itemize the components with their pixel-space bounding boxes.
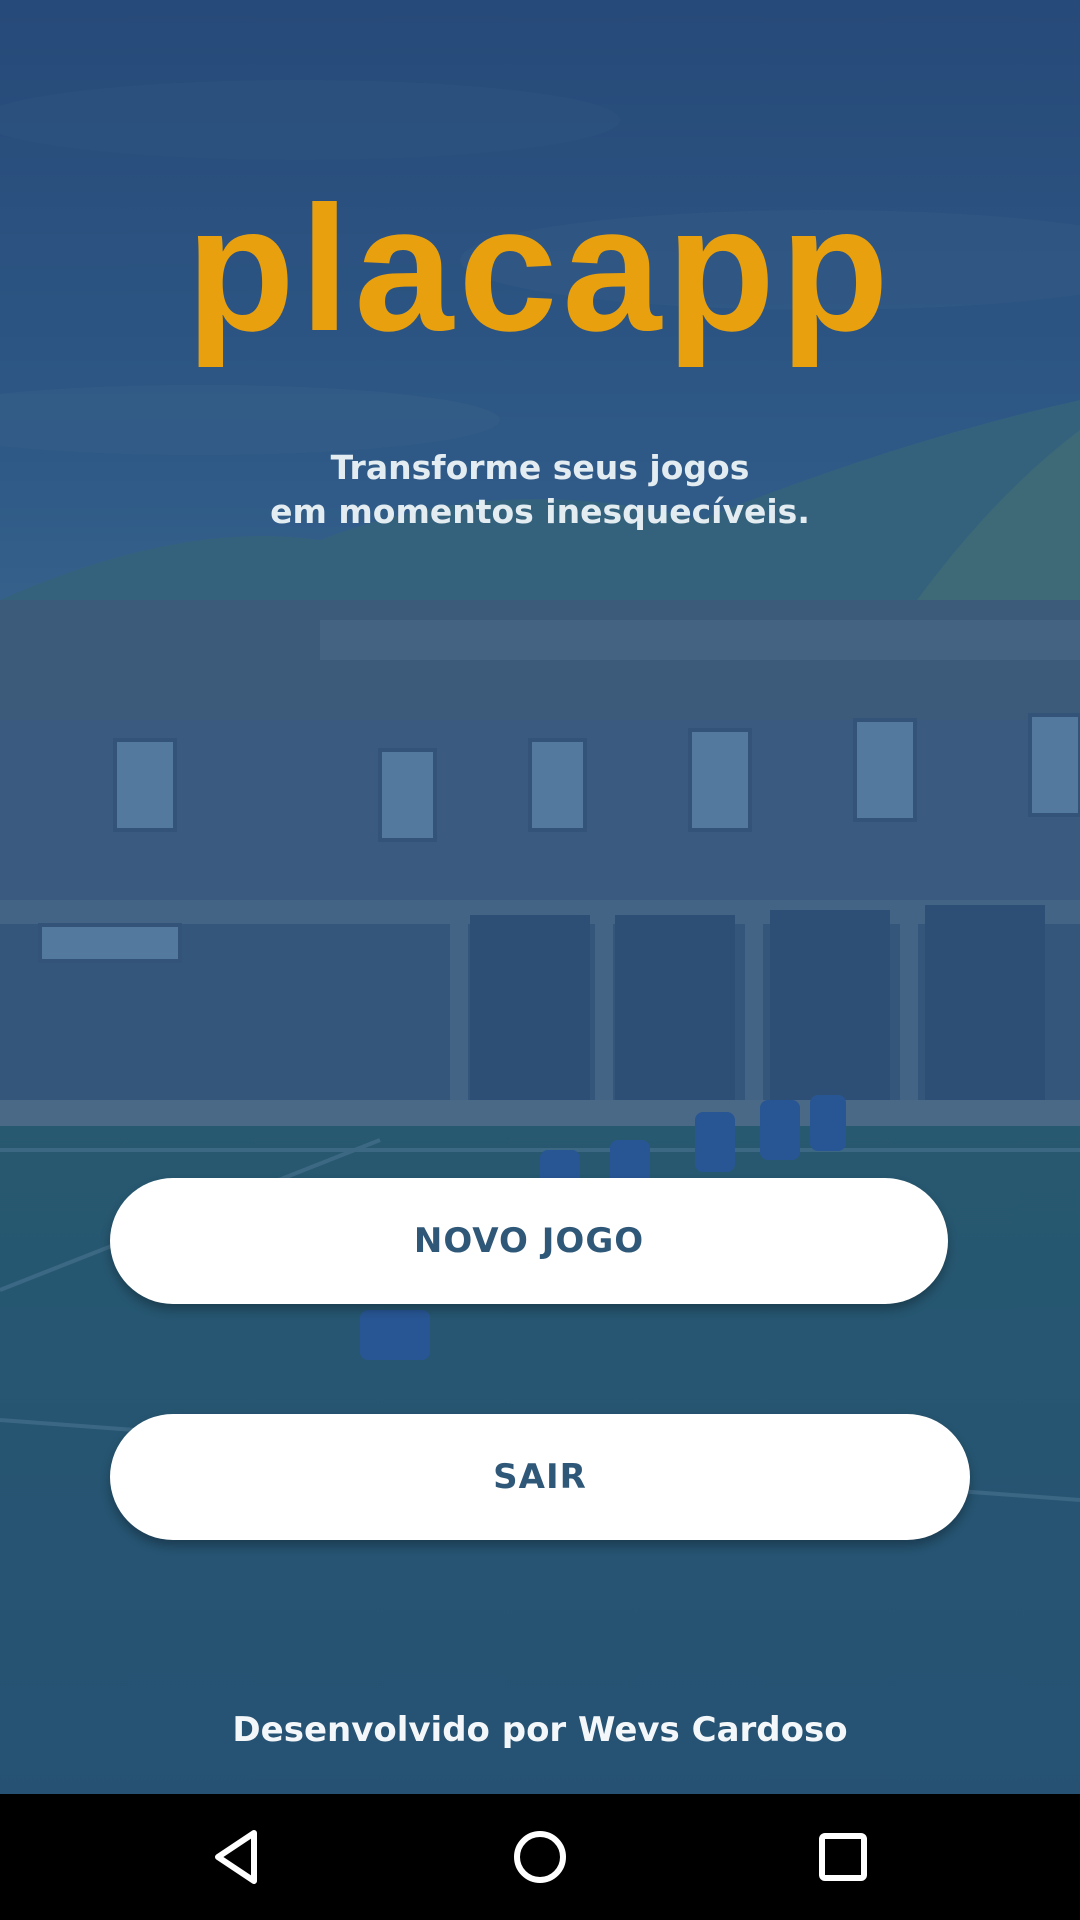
home-button[interactable] [477,1794,603,1920]
recents-button[interactable] [780,1794,906,1920]
square-recents-icon [819,1833,867,1881]
circle-home-icon [514,1831,566,1883]
system-nav-bar [0,1794,1080,1920]
tagline-line-1: Transforme seus jogos [330,448,750,487]
new-game-button[interactable]: NOVO JOGO [110,1178,948,1304]
developer-credits: Desenvolvido por Wevs Cardoso [232,1710,848,1750]
app-logo: placapp [186,169,894,368]
back-button[interactable] [173,1794,299,1920]
tagline: Transforme seus jogos em momentos inesqu… [0,446,1080,534]
start-screen: placapp Transforme seus jogos em momento… [0,0,1080,1920]
tagline-line-2: em momentos inesquecíveis. [270,492,810,531]
triangle-back-icon [215,1830,257,1884]
exit-button[interactable]: SAIR [110,1414,970,1540]
